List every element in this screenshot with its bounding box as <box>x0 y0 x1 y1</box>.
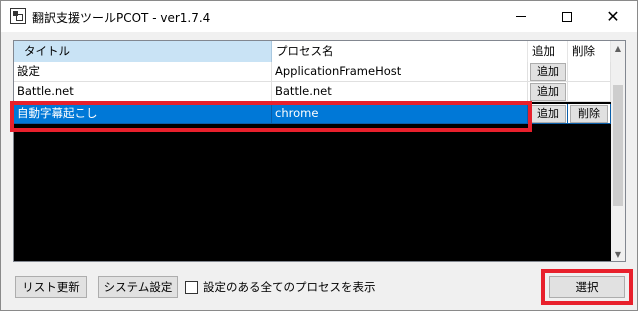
column-header-delete[interactable]: 削除 <box>568 41 611 62</box>
maximize-icon <box>562 11 572 22</box>
refresh-list-button[interactable]: リスト更新 <box>15 276 87 298</box>
maximize-button[interactable] <box>544 1 590 32</box>
row-title: Battle.net <box>14 82 272 102</box>
row-process: Battle.net <box>272 82 528 102</box>
column-header-add[interactable]: 追加 <box>528 41 568 62</box>
app-icon <box>10 8 26 24</box>
list-header: タイトル プロセス名 追加 削除 <box>14 41 611 62</box>
select-button[interactable]: 選択 <box>549 276 625 298</box>
show-all-checkbox[interactable] <box>185 280 198 294</box>
list-row-auto-caption[interactable]: 自動字幕起こし chrome 追加 削除 <box>14 104 611 124</box>
row-add-cell: 追加 <box>528 82 568 102</box>
row-delete-cell <box>568 82 611 102</box>
vertical-scrollbar[interactable]: ▲ ▼ <box>611 41 625 261</box>
row-process: chrome <box>272 104 528 124</box>
scroll-down-icon[interactable]: ▼ <box>611 247 625 261</box>
scroll-up-icon[interactable]: ▲ <box>611 41 625 55</box>
minimize-icon <box>516 16 526 17</box>
row-title: 自動字幕起こし <box>14 104 272 124</box>
scroll-thumb[interactable] <box>613 85 623 206</box>
list-row-settings[interactable]: 設定 ApplicationFrameHost 追加 <box>14 62 611 82</box>
close-button[interactable]: ✕ <box>590 1 636 32</box>
add-button[interactable]: 追加 <box>530 63 566 81</box>
column-header-process[interactable]: プロセス名 <box>272 41 528 62</box>
title-bar[interactable]: 翻訳支援ツールPCOT - ver1.7.4 ✕ <box>1 1 637 32</box>
row-delete-cell <box>568 62 611 82</box>
add-button[interactable]: 追加 <box>530 105 566 123</box>
row-add-cell: 追加 <box>528 62 568 82</box>
column-header-title[interactable]: タイトル <box>14 41 272 62</box>
row-delete-cell: 削除 <box>568 104 611 124</box>
delete-button[interactable]: 削除 <box>570 105 608 123</box>
add-button[interactable]: 追加 <box>530 83 566 101</box>
show-all-processes-toggle[interactable]: 設定のある全てのプロセスを表示 <box>185 279 376 295</box>
close-icon: ✕ <box>606 6 620 26</box>
show-all-label: 設定のある全てのプロセスを表示 <box>203 280 376 294</box>
row-process: ApplicationFrameHost <box>272 62 528 82</box>
list-row-battlenet[interactable]: Battle.net Battle.net 追加 <box>14 82 611 102</box>
window-title: 翻訳支援ツールPCOT - ver1.7.4 <box>32 11 211 25</box>
row-add-cell: 追加 <box>528 104 568 124</box>
minimize-button[interactable] <box>498 1 544 32</box>
app-window: 翻訳支援ツールPCOT - ver1.7.4 ✕ タイトル プロセス名 追加 削… <box>0 0 638 311</box>
process-list[interactable]: タイトル プロセス名 追加 削除 設定 ApplicationFrameHost… <box>13 40 626 262</box>
row-title: 設定 <box>14 62 272 82</box>
system-settings-button[interactable]: システム設定 <box>98 276 178 298</box>
